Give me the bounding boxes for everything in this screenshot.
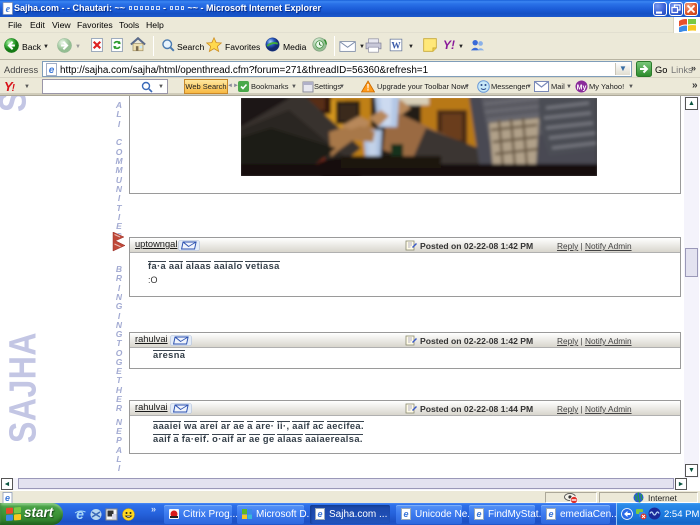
svg-text:e: e [5,493,10,503]
svg-text:My: My [577,85,587,92]
svg-text:e: e [476,509,481,519]
svg-text:e: e [6,4,11,15]
svg-text:e: e [403,509,408,519]
svg-text:e: e [317,509,322,519]
svg-text:e: e [548,509,553,519]
svg-text:W: W [391,42,401,52]
svg-text:e: e [76,507,84,521]
svg-text:!: ! [367,83,370,93]
svg-text:e: e [49,65,55,76]
